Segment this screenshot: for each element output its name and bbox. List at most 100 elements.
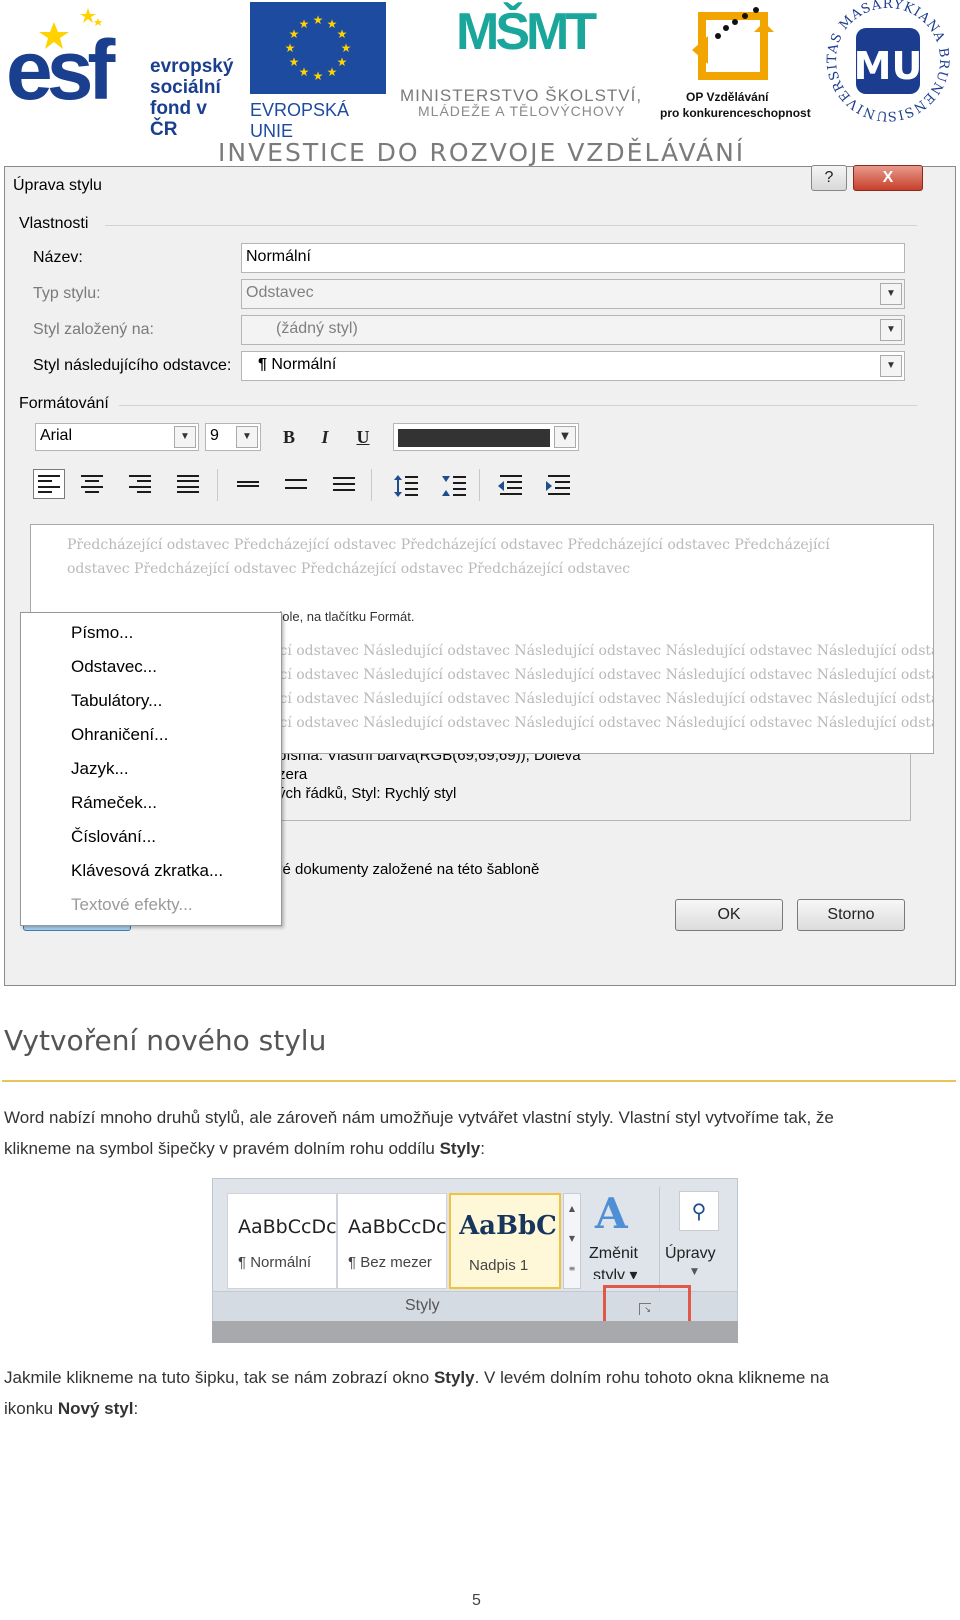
chevron-down-icon: ▼ bbox=[236, 426, 258, 448]
size-select[interactable]: 9 ▼ bbox=[205, 423, 261, 451]
justify-button[interactable] bbox=[177, 475, 199, 493]
paragraph-bold: Styly bbox=[439, 1139, 481, 1158]
heading-rule bbox=[2, 1080, 956, 1082]
esf-line2: sociální bbox=[150, 77, 221, 98]
menu-item-paragraph[interactable]: Odstavec... bbox=[71, 657, 157, 677]
svg-text:★: ★ bbox=[285, 41, 296, 55]
help-button[interactable]: ? bbox=[811, 165, 847, 191]
menu-item-font[interactable]: Písmo... bbox=[71, 623, 133, 643]
svg-text:★: ★ bbox=[337, 55, 348, 69]
description-line: zera bbox=[278, 766, 308, 783]
toolbar-separator bbox=[371, 469, 372, 501]
close-button[interactable]: X bbox=[853, 165, 923, 191]
menu-item-language[interactable]: Jazyk... bbox=[71, 759, 129, 779]
next-style-select[interactable]: ¶ Normální ▼ bbox=[241, 351, 905, 381]
align-center-button[interactable] bbox=[81, 475, 103, 493]
underline-button[interactable]: U bbox=[349, 423, 377, 451]
paragraph-text: : bbox=[133, 1399, 139, 1418]
space-after-icon[interactable] bbox=[441, 473, 467, 499]
style-no-spacing[interactable]: AaBbCcDc ¶ Bez mezer bbox=[337, 1193, 447, 1289]
double-spacing-icon bbox=[333, 477, 355, 491]
gallery-scroll[interactable]: ▲ ▼ ≡ bbox=[563, 1193, 581, 1289]
template-option-label[interactable]: vé dokumenty založené na této šabloně bbox=[275, 861, 539, 878]
svg-text:★: ★ bbox=[289, 55, 300, 69]
msmt-mark: MŠMT bbox=[456, 3, 597, 61]
align-toolbar bbox=[33, 469, 593, 503]
one-half-spacing-button[interactable] bbox=[285, 479, 307, 489]
based-select[interactable]: (žádný styl) ▼ bbox=[241, 315, 905, 345]
op-line1: OP Vzdělávání bbox=[686, 90, 769, 104]
based-value: (žádný styl) bbox=[276, 320, 358, 337]
next-style-label: Styl následujícího odstavce: bbox=[33, 357, 232, 374]
msmt-logo: MŠMT MINISTERSTVO ŠKOLSTVÍ, MLÁDEŽE A TĚ… bbox=[398, 0, 644, 122]
preview-line: icí odstavec Následující odstavec Násled… bbox=[275, 643, 934, 659]
toolbar-separator bbox=[217, 469, 218, 501]
toolbar-separator bbox=[479, 469, 480, 501]
paragraph-1: Word nabízí mnoho druhů stylů, ale zárov… bbox=[4, 1102, 954, 1164]
chevron-down-icon: ▼ bbox=[880, 283, 902, 305]
style-heading-1[interactable]: AaBbC( Nadpis 1 bbox=[449, 1193, 561, 1289]
menu-item-borders[interactable]: Ohraničení... bbox=[71, 725, 168, 745]
chevron-down-icon: ▼ bbox=[174, 426, 196, 448]
edit-button[interactable]: ⚲ Úpravy ▼ bbox=[665, 1189, 731, 1289]
muni-logo: UNIVERSITAS MASARYKIANA BRUNENSIS MU bbox=[825, 0, 950, 123]
preview-line: Předcházející odstavec Předcházející ods… bbox=[67, 537, 830, 553]
group-divider bbox=[119, 405, 917, 406]
style-sample: AaBbCcDc bbox=[238, 1216, 337, 1238]
eu-logo: ★ ★ ★ ★ ★ ★ ★ ★ ★ ★ ★ ★ EVROPSKÁ UNIE bbox=[250, 2, 388, 141]
paragraph-line: Word nabízí mnoho druhů stylů, ale zárov… bbox=[4, 1108, 834, 1127]
paragraph-bold: Nový styl bbox=[57, 1399, 134, 1418]
paragraph-2: Jakmile klikneme na tuto šipku, tak se n… bbox=[4, 1362, 954, 1424]
single-spacing-button[interactable] bbox=[237, 481, 259, 487]
eu-stars-icon: ★ ★★★ ★★★★ ★★★★ bbox=[285, 13, 352, 83]
chevron-down-icon: ▼ bbox=[880, 319, 902, 341]
paragraph-line: Jakmile klikneme na tuto šipku, tak se n… bbox=[4, 1362, 954, 1393]
align-center-icon bbox=[81, 475, 103, 493]
align-right-button[interactable] bbox=[129, 475, 151, 493]
menu-item-shortcut[interactable]: Klávesová zkratka... bbox=[71, 861, 223, 881]
paragraph-text: . V levém dolním rohu tohoto okna klikne… bbox=[474, 1368, 829, 1387]
cancel-button[interactable]: Storno bbox=[797, 899, 905, 931]
op-logo: OP Vzdělávání pro konkurenceschopnost bbox=[656, 2, 816, 120]
space-before-icon[interactable] bbox=[393, 473, 419, 499]
menu-item-text-effects[interactable]: Textové efekty... bbox=[71, 895, 193, 915]
paragraph-line: ikonku Nový styl: bbox=[4, 1393, 954, 1424]
justify-icon bbox=[177, 475, 199, 493]
menu-item-tabs[interactable]: Tabulátory... bbox=[71, 691, 162, 711]
font-select[interactable]: Arial ▼ bbox=[35, 423, 199, 451]
italic-button[interactable]: I bbox=[311, 423, 339, 451]
style-normal[interactable]: AaBbCcDc ¶ Normální bbox=[227, 1193, 337, 1289]
menu-item-frame[interactable]: Rámeček... bbox=[71, 793, 157, 813]
eu-flag: ★ ★ ★ ★ ★ ★ ★ ★ ★ ★ ★ ★ bbox=[250, 2, 386, 94]
bold-button[interactable]: B bbox=[275, 423, 303, 451]
styles-group-label: Styly bbox=[405, 1297, 440, 1314]
svg-text:★: ★ bbox=[341, 41, 352, 55]
font-color-swatch bbox=[398, 429, 550, 447]
svg-text:★: ★ bbox=[327, 65, 338, 79]
chevron-down-icon: ▼ bbox=[691, 1267, 698, 1277]
type-select[interactable]: Odstavec ▼ bbox=[241, 279, 905, 309]
preview-sample: dole, na tlačítku Formát. bbox=[275, 609, 415, 624]
svg-text:★: ★ bbox=[299, 65, 310, 79]
change-styles-label: Změnit bbox=[589, 1245, 638, 1262]
muni-seal-icon: UNIVERSITAS MASARYKIANA BRUNENSIS MU bbox=[825, 0, 950, 123]
menu-item-numbering[interactable]: Číslování... bbox=[71, 827, 156, 847]
decrease-indent-icon[interactable] bbox=[497, 473, 523, 499]
slogan: INVESTICE DO ROZVOJE VZDĚLÁVÁNÍ bbox=[218, 138, 746, 167]
increase-indent-icon[interactable] bbox=[545, 473, 571, 499]
paragraph-line: klikneme na symbol šipečky v pravém doln… bbox=[4, 1133, 954, 1164]
double-spacing-button[interactable] bbox=[333, 477, 355, 491]
dialog-title: Úprava stylu bbox=[13, 177, 102, 194]
chevron-down-icon: ▼ bbox=[554, 426, 576, 448]
change-styles-button[interactable]: A Změnit styly ▾ bbox=[587, 1189, 653, 1289]
based-label: Styl založený na: bbox=[33, 321, 154, 338]
font-color-select[interactable]: ▼ bbox=[393, 423, 579, 451]
name-input[interactable]: Normální bbox=[241, 243, 905, 273]
paragraph-text: klikneme na symbol šipečky v pravém doln… bbox=[4, 1139, 440, 1158]
style-name: ¶ Bez mezer bbox=[348, 1254, 432, 1271]
align-left-button[interactable] bbox=[33, 469, 65, 499]
svg-text:★: ★ bbox=[337, 27, 348, 41]
ok-button[interactable]: OK bbox=[675, 899, 783, 931]
style-name: ¶ Normální bbox=[238, 1254, 312, 1271]
single-spacing-icon bbox=[237, 481, 259, 487]
